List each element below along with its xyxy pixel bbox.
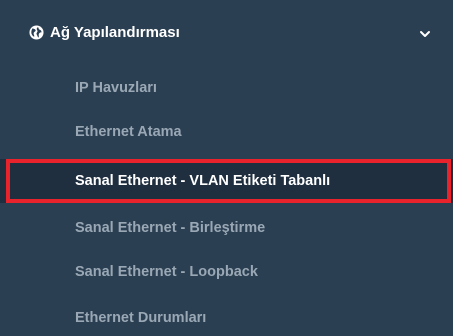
submenu-item-label: Sanal Ethernet - Birleştirme: [75, 220, 266, 236]
submenu-item-ethernet-assignment[interactable]: Ethernet Atama: [0, 110, 453, 154]
submenu-item-virtual-ethernet-bonding[interactable]: Sanal Ethernet - Birleştirme: [0, 206, 453, 250]
globe-icon: [29, 24, 44, 40]
submenu-item-label: Sanal Ethernet - Loopback: [75, 264, 258, 280]
sidebar-menu: Ağ Yapılandırması IP Havuzları Ethernet …: [0, 0, 453, 336]
submenu-item-ip-pools[interactable]: IP Havuzları: [0, 66, 453, 110]
submenu-item-label: Sanal Ethernet - VLAN Etiketi Tabanlı: [75, 173, 331, 189]
submenu-item-virtual-ethernet-loopback[interactable]: Sanal Ethernet - Loopback: [0, 250, 453, 294]
submenu-item-virtual-ethernet-vlan[interactable]: Sanal Ethernet - VLAN Etiketi Tabanlı: [0, 159, 453, 203]
submenu-item-ethernet-status[interactable]: Ethernet Durumları: [0, 296, 453, 336]
submenu-item-label: IP Havuzları: [75, 80, 157, 96]
submenu-item-label: Ethernet Atama: [75, 124, 182, 140]
chevron-down-icon[interactable]: [419, 26, 431, 37]
submenu-item-label: Ethernet Durumları: [75, 310, 207, 326]
menu-group-label: Ağ Yapılandırması: [50, 23, 180, 41]
menu-group-network-configuration[interactable]: Ağ Yapılandırması: [0, 0, 453, 64]
